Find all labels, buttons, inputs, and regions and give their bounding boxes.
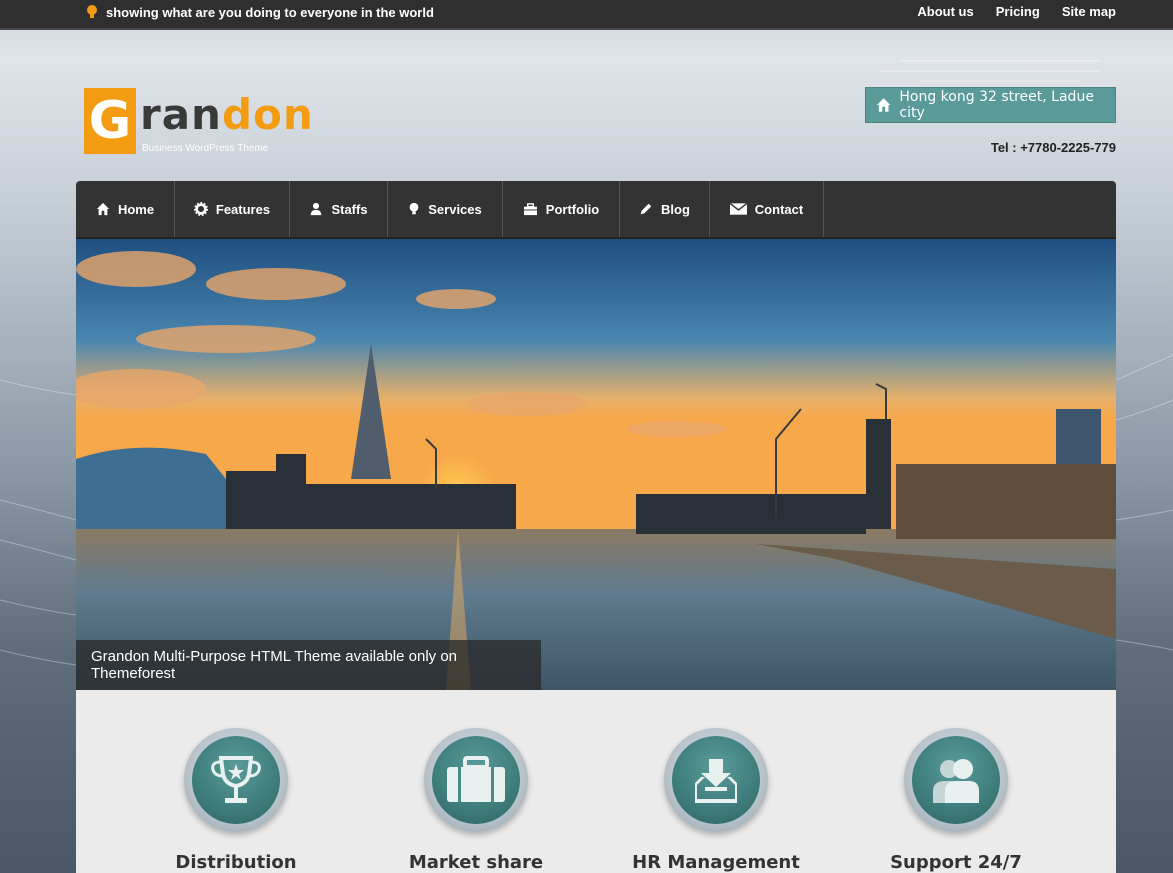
home-icon <box>96 202 110 216</box>
tagline-area: showing what are you doing to everyone i… <box>86 4 434 20</box>
logo-text-accent: don <box>221 90 314 139</box>
bulb-icon <box>409 202 419 215</box>
feature-label: HR Management <box>632 852 800 873</box>
users-icon <box>933 759 979 803</box>
logo-subtitle: Business WordPress Theme <box>142 143 269 154</box>
address-badge: Hong kong 32 street, Ladue city <box>865 87 1116 123</box>
nav-item-contact[interactable]: Contact <box>710 181 824 237</box>
logo[interactable]: G randon Business WordPress Theme <box>84 88 324 158</box>
feature-badge <box>184 728 288 832</box>
hero-image <box>76 239 1116 690</box>
hero-slider[interactable]: Grandon Multi-Purpose HTML Theme availab… <box>76 239 1116 690</box>
nav-label: Features <box>215 201 271 217</box>
nav-label: Services <box>428 201 482 217</box>
nav-item-staffs[interactable]: Staffs <box>290 181 388 237</box>
feature-badge <box>424 728 528 832</box>
feature-market-share[interactable]: Market share <box>376 728 576 873</box>
telephone: Tel : +7780-2225-779 <box>990 140 1116 155</box>
nav-label: Blog <box>661 201 690 217</box>
tagline: showing what are you doing to everyone i… <box>106 4 434 20</box>
feature-support[interactable]: Support 24/7 <box>856 728 1056 873</box>
feature-badge <box>664 728 768 832</box>
logo-wordmark: randon <box>140 90 314 140</box>
envelope-icon <box>729 203 747 215</box>
feature-label: Distribution <box>175 852 297 873</box>
about-us-link[interactable]: About us <box>917 4 973 19</box>
gear-icon <box>193 202 208 216</box>
briefcase-icon <box>523 202 537 215</box>
trophy-icon <box>211 756 261 803</box>
bulb-icon <box>87 5 97 18</box>
user-icon <box>311 202 322 216</box>
pricing-link[interactable]: Pricing <box>996 4 1040 19</box>
nav-item-home[interactable]: Home <box>76 181 175 237</box>
feature-label: Market share <box>408 852 544 873</box>
nav-label: Home <box>117 201 155 217</box>
nav-item-features[interactable]: Features <box>175 181 290 237</box>
pencil-icon <box>640 203 652 215</box>
feature-badge-inner <box>672 736 760 824</box>
nav-item-services[interactable]: Services <box>388 181 503 237</box>
site-map-link[interactable]: Site map <box>1062 4 1116 19</box>
nav-label: Contact <box>754 201 804 217</box>
nav-item-blog[interactable]: Blog <box>620 181 710 237</box>
top-links: About us Pricing Site map <box>917 4 1116 19</box>
nav-label: Staffs <box>331 201 368 217</box>
feature-badge <box>904 728 1008 832</box>
nav-item-portfolio[interactable]: Portfolio <box>503 181 620 237</box>
nav-label: Portfolio <box>545 201 600 217</box>
feature-badge-inner <box>912 736 1000 824</box>
features-section: Distribution Market share HR Management … <box>76 690 1116 873</box>
download-tray-icon <box>695 759 737 803</box>
logo-text-dark: ran <box>140 90 222 139</box>
hero-caption: Grandon Multi-Purpose HTML Theme availab… <box>76 640 541 690</box>
logo-letter: G <box>84 88 136 154</box>
feature-label: Support 24/7 <box>890 852 1022 873</box>
top-bar: showing what are you doing to everyone i… <box>0 0 1173 30</box>
address-text: Hong kong 32 street, Ladue city <box>899 89 1094 121</box>
feature-hr-management[interactable]: HR Management <box>616 728 816 873</box>
feature-distribution[interactable]: Distribution <box>136 728 336 873</box>
feature-badge-inner <box>432 736 520 824</box>
main-nav: Home Features Staffs Services Portfolio … <box>76 181 1116 239</box>
feature-badge-inner <box>192 736 280 824</box>
home-icon <box>876 98 891 112</box>
suitcase-icon <box>447 756 505 802</box>
